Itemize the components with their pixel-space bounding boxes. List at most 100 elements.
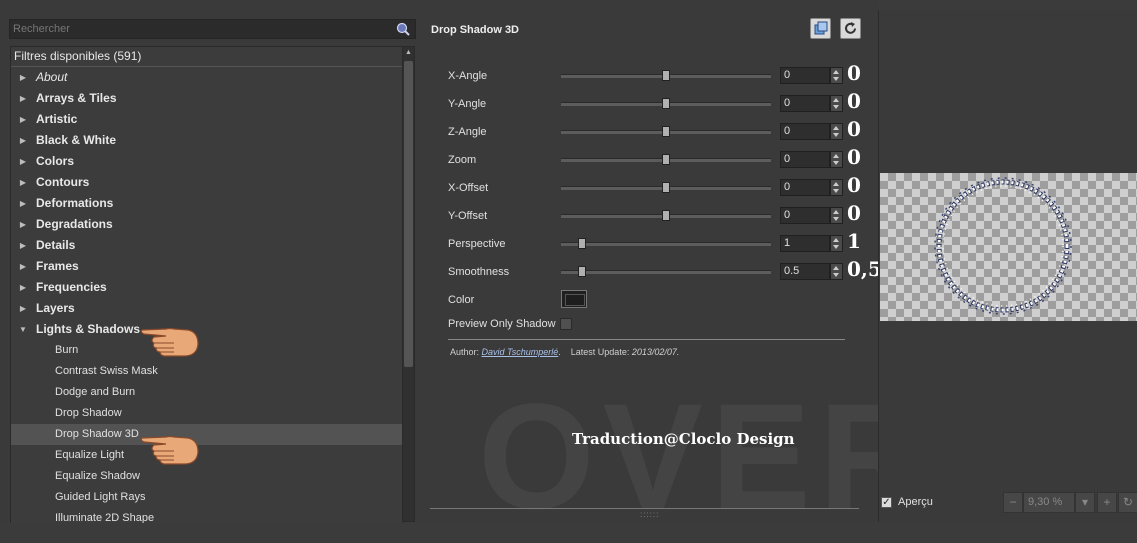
param-value-x-angle[interactable]: 0	[780, 67, 830, 84]
param-value-y-offset[interactable]: 0	[780, 207, 830, 224]
tree-item-dodge-and-burn[interactable]: Dodge and Burn	[11, 382, 403, 403]
tree-category-arrays-tiles[interactable]: ▶ Arrays & Tiles	[11, 88, 403, 109]
zoom-dropdown-button[interactable]: ▾	[1075, 492, 1095, 513]
pointing-hand-icon	[140, 327, 199, 357]
spin-arrows-icon[interactable]	[830, 235, 843, 252]
author-suffix: .	[558, 347, 561, 357]
slider-handle[interactable]	[662, 70, 670, 81]
param-label-preview-only-shadow: Preview Only Shadow	[448, 318, 556, 330]
tree-scrollbar[interactable]: ▲	[402, 46, 415, 522]
zoom-fit-button[interactable]: ↻	[1118, 492, 1137, 513]
tree-category-degradations[interactable]: ▶ Degradations	[11, 214, 403, 235]
splitter-grip[interactable]: ::::::	[640, 510, 659, 519]
param-slider-x-angle[interactable]	[561, 70, 771, 81]
tree-item-guided-light-rays[interactable]: Guided Light Rays	[11, 487, 403, 508]
tree-category-frames[interactable]: ▶ Frames	[11, 256, 403, 277]
scrollbar-thumb[interactable]	[404, 61, 413, 367]
param-value-zoom[interactable]: 0	[780, 151, 830, 168]
zoom-in-button[interactable]: +	[1097, 492, 1117, 513]
param-slider-y-offset[interactable]	[561, 210, 771, 221]
bottom-separator	[430, 508, 859, 509]
tree-category-colors[interactable]: ▶ Colors	[11, 151, 403, 172]
expand-arrow-icon[interactable]: ▶	[19, 193, 27, 214]
expand-arrow-icon[interactable]: ▶	[19, 67, 27, 88]
param-value-y-angle[interactable]: 0	[780, 95, 830, 112]
annotation-y-angle: 0	[847, 89, 861, 113]
zoom-value[interactable]: 9,30 %	[1023, 492, 1075, 513]
update-label: Latest Update:	[570, 347, 630, 357]
spin-arrows-icon[interactable]	[830, 263, 843, 280]
expand-arrow-icon[interactable]: ▶	[19, 256, 27, 277]
tree-category-frequencies[interactable]: ▶ Frequencies	[11, 277, 403, 298]
collapse-arrow-icon[interactable]: ▼	[19, 319, 27, 340]
tree-category-lights-shadows[interactable]: ▼ Lights & Shadows	[11, 319, 403, 340]
tree-category-black-white[interactable]: ▶ Black & White	[11, 130, 403, 151]
expand-arrow-icon[interactable]: ▶	[19, 277, 27, 298]
expand-arrow-icon[interactable]: ▶	[19, 109, 27, 130]
tree-item-equalize-shadow[interactable]: Equalize Shadow	[11, 466, 403, 487]
search-icon[interactable]	[396, 22, 410, 36]
spin-arrows-icon[interactable]	[830, 151, 843, 168]
author-link[interactable]: David Tschumperlé	[482, 347, 559, 357]
reset-button[interactable]	[840, 18, 861, 39]
slider-handle[interactable]	[578, 238, 586, 249]
tree-category-layers[interactable]: ▶ Layers	[11, 298, 403, 319]
param-slider-y-angle[interactable]	[561, 98, 771, 109]
expand-arrow-icon[interactable]: ▶	[19, 235, 27, 256]
preview-only-shadow-checkbox[interactable]	[560, 318, 572, 330]
param-slider-zoom[interactable]	[561, 154, 771, 165]
preview-image[interactable]	[880, 173, 1137, 321]
param-value-x-offset[interactable]: 0	[780, 179, 830, 196]
slider-handle[interactable]	[662, 98, 670, 109]
spin-arrows-icon[interactable]	[830, 179, 843, 196]
spin-arrows-icon[interactable]	[830, 123, 843, 140]
tree-header: Filtres disponibles (591)	[11, 47, 403, 67]
copy-button[interactable]	[810, 18, 831, 39]
tree-item-drop-shadow[interactable]: Drop Shadow	[11, 403, 403, 424]
preview-ring-graphic	[934, 177, 1072, 315]
zoom-out-button[interactable]: −	[1003, 492, 1023, 513]
expand-arrow-icon[interactable]: ▶	[19, 88, 27, 109]
slider-handle[interactable]	[578, 266, 586, 277]
spin-arrows-icon[interactable]	[830, 207, 843, 224]
slider-handle[interactable]	[662, 126, 670, 137]
tree-item-contrast-swiss-mask[interactable]: Contrast Swiss Mask	[11, 361, 403, 382]
param-label-y-angle: Y-Angle	[448, 98, 487, 110]
param-slider-x-offset[interactable]	[561, 182, 771, 193]
tree-category-about[interactable]: ▶ About	[11, 67, 403, 88]
expand-arrow-icon[interactable]: ▶	[19, 130, 27, 151]
param-value-smoothness[interactable]: 0.5	[780, 263, 830, 280]
param-slider-perspective[interactable]	[561, 238, 771, 249]
param-value-perspective[interactable]: 1	[780, 235, 830, 252]
spin-arrows-icon[interactable]	[830, 67, 843, 84]
param-slider-smoothness[interactable]	[561, 266, 771, 277]
tree-item-drop-shadow-3d[interactable]: Drop Shadow 3D	[11, 424, 403, 445]
tree-category-artistic[interactable]: ▶ Artistic	[11, 109, 403, 130]
expand-arrow-icon[interactable]: ▶	[19, 214, 27, 235]
pointing-hand-icon	[140, 435, 199, 465]
expand-arrow-icon[interactable]: ▶	[19, 172, 27, 193]
tree-item-illuminate-2d-shape[interactable]: Illuminate 2D Shape	[11, 508, 403, 523]
slider-handle[interactable]	[662, 182, 670, 193]
apercu-checkbox[interactable]: ✓	[881, 497, 892, 508]
tree-category-deformations[interactable]: ▶ Deformations	[11, 193, 403, 214]
param-slider-z-angle[interactable]	[561, 126, 771, 137]
expand-arrow-icon[interactable]: ▶	[19, 298, 27, 319]
scroll-up-icon[interactable]: ▲	[404, 48, 413, 58]
tree-category-details[interactable]: ▶ Details	[11, 235, 403, 256]
tree-category-contours[interactable]: ▶ Contours	[11, 172, 403, 193]
spin-arrows-icon[interactable]	[830, 95, 843, 112]
slider-handle[interactable]	[662, 210, 670, 221]
color-picker-button[interactable]	[561, 290, 587, 308]
expand-arrow-icon[interactable]: ▶	[19, 151, 27, 172]
filter-parameters-panel: OVERSIO Drop Shadow 3D X-Angle00Y-Angle0…	[418, 0, 1137, 540]
annotation-perspective: 1	[847, 229, 861, 253]
annotation-zoom: 0	[847, 145, 861, 169]
slider-handle[interactable]	[662, 154, 670, 165]
tree-item-burn[interactable]: Burn	[11, 340, 403, 361]
param-value-z-angle[interactable]: 0	[780, 123, 830, 140]
tree-item-equalize-light[interactable]: Equalize Light	[11, 445, 403, 466]
filter-tree: Filtres disponibles (591) ▶ About ▶ Arrays…	[10, 46, 404, 523]
search-box[interactable]	[9, 19, 416, 39]
search-input[interactable]	[13, 22, 383, 36]
